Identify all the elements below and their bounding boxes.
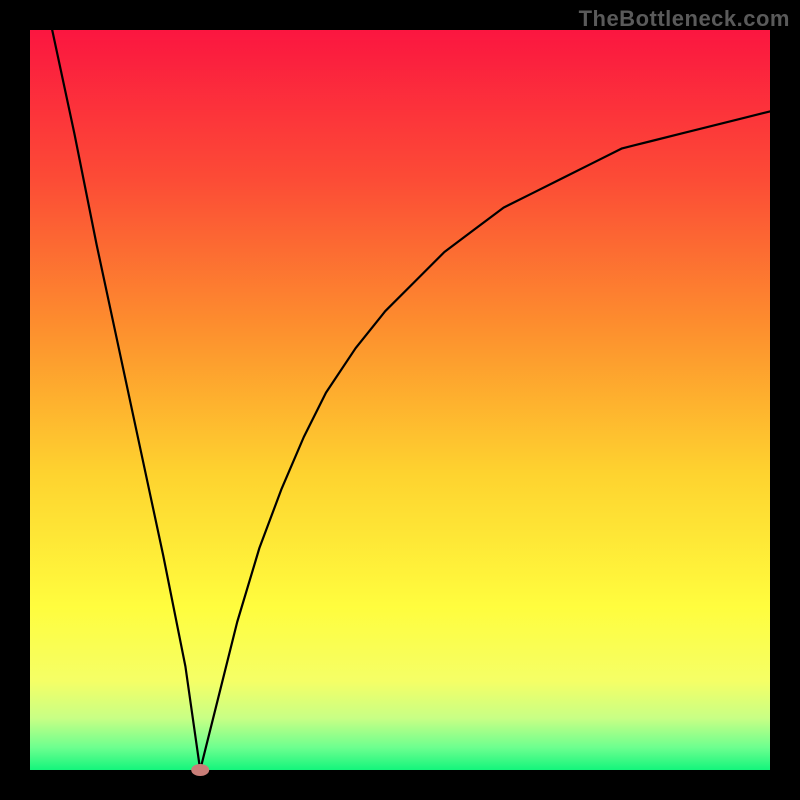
watermark-text: TheBottleneck.com bbox=[579, 6, 790, 32]
dip-marker bbox=[191, 764, 209, 776]
plot-background bbox=[30, 30, 770, 770]
chart-container: TheBottleneck.com bbox=[0, 0, 800, 800]
chart-svg bbox=[0, 0, 800, 800]
